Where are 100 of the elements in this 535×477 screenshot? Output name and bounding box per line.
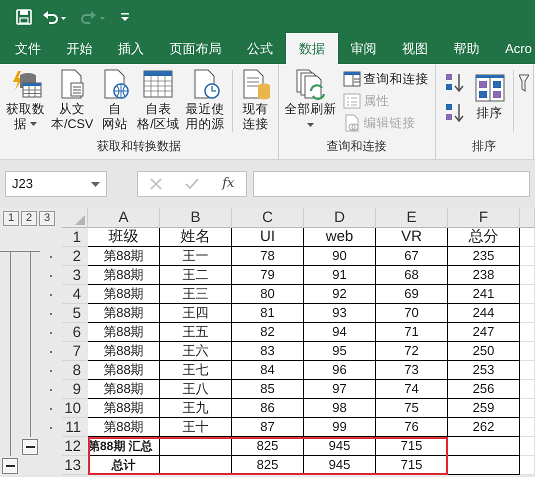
table-cell: 87 (232, 418, 304, 437)
pane-icon (342, 70, 361, 88)
table-cell: 第88期 (88, 285, 160, 304)
table-cell: 73 (376, 361, 448, 380)
properties-icon (342, 92, 361, 110)
table-cell: 72 (376, 342, 448, 361)
column-header[interactable]: B (160, 208, 232, 228)
ribbon-button[interactable]: 自 网站 (97, 68, 134, 138)
group-label: 获取和转换数据 (96, 138, 182, 155)
table-cell: 总分 (448, 228, 520, 247)
table-cell (520, 399, 535, 418)
table-cell: 王三 (160, 285, 232, 304)
ribbon-button[interactable]: 自表 格/区域 (135, 68, 182, 138)
table-cell: 67 (376, 247, 448, 266)
column-header[interactable]: E (376, 208, 448, 228)
table-cell: 83 (232, 342, 304, 361)
table-cell: 98 (304, 399, 376, 418)
ribbon-tab[interactable]: Acro (492, 33, 535, 64)
save-button[interactable] (16, 8, 32, 24)
table-cell: 王五 (160, 323, 232, 342)
table-cell: 第88期 (88, 342, 160, 361)
sort-ascending-button[interactable] (444, 72, 466, 94)
table-cell: 第88期 (88, 304, 160, 323)
table-cell: 第88期 (88, 399, 160, 418)
function-button[interactable]: fx (222, 174, 234, 194)
table-cell: 第88期 (88, 418, 160, 437)
outline-level-button[interactable]: 3 (39, 210, 55, 226)
name-box[interactable]: J23 (5, 171, 107, 197)
check-icon (184, 178, 199, 190)
caret-icon (91, 182, 100, 186)
table-cell (520, 437, 535, 456)
group-label: 排序 (471, 138, 498, 155)
save-icon (16, 8, 32, 24)
group-label: 查询和连接 (326, 138, 388, 155)
table-cell: 王七 (160, 361, 232, 380)
table-cell: 78 (232, 247, 304, 266)
outline-level-button[interactable]: 1 (3, 210, 19, 226)
table-cell: 79 (232, 266, 304, 285)
formula-field[interactable] (253, 171, 530, 197)
table-cell: 80 (232, 285, 304, 304)
table-cell: 95 (304, 342, 376, 361)
sort-descending-button[interactable] (444, 102, 466, 124)
table-cell (448, 456, 520, 475)
table-cell: VR (376, 228, 448, 247)
ribbon-button[interactable]: 现有 连接 (238, 68, 274, 138)
ribbon-button[interactable]: 排序 (472, 68, 508, 138)
table-cell: web (304, 228, 376, 247)
table-cell: 81 (232, 304, 304, 323)
ribbon-tab[interactable]: 公式 (234, 33, 286, 64)
collapse-button[interactable] (22, 438, 38, 454)
customize-button[interactable] (120, 10, 130, 22)
table-cell: 235 (448, 247, 520, 266)
table-cell: 68 (376, 266, 448, 285)
ribbon-button[interactable]: 获取数 据 (4, 68, 47, 138)
table-cell: 王八 (160, 380, 232, 399)
table-cell (520, 228, 535, 247)
table-cell: UI (232, 228, 304, 247)
table-cell: 92 (304, 285, 376, 304)
ribbon-tab[interactable]: 审阅 (338, 33, 390, 64)
undo-button[interactable] (42, 8, 67, 24)
column-header[interactable]: C (232, 208, 304, 228)
ribbon-tab[interactable]: 帮助 (440, 33, 492, 64)
table-cell (520, 342, 535, 361)
ribbon-button[interactable]: 全部刷新 (282, 68, 339, 138)
select-all-icon (75, 215, 85, 225)
table-cell: 70 (376, 304, 448, 323)
table-cell: 256 (448, 380, 520, 399)
table-cell: 王六 (160, 342, 232, 361)
table-cell: 王四 (160, 304, 232, 323)
ribbon-button[interactable]: 查询和连接 (340, 68, 431, 90)
column-header[interactable]: D (304, 208, 376, 228)
column-header[interactable]: A (88, 208, 160, 228)
table-cell: 85 (232, 380, 304, 399)
table-cell: 241 (448, 285, 520, 304)
table-cell: 第88期 (88, 380, 160, 399)
table-cell: 238 (448, 266, 520, 285)
table-cell: 74 (376, 380, 448, 399)
table-cell (520, 304, 535, 323)
collapse-button[interactable] (2, 458, 18, 474)
table-cell: 244 (448, 304, 520, 323)
table-cell: 247 (448, 323, 520, 342)
ribbon-button[interactable]: 从文 本/CSV (49, 68, 96, 138)
outline-level-button[interactable]: 2 (21, 210, 37, 226)
ribbon-tab[interactable]: 视图 (389, 33, 441, 64)
table-cell (520, 361, 535, 380)
column-header[interactable]: F (448, 208, 520, 228)
ribbon-tab[interactable]: 文件 (2, 33, 54, 64)
table-cell: 69 (376, 285, 448, 304)
ribbon-tab[interactable]: 页面布局 (156, 33, 234, 64)
sort-descending-icon (444, 102, 466, 124)
table-cell: 262 (448, 418, 520, 437)
table-cell: 99 (304, 418, 376, 437)
table-cell: 王一 (160, 247, 232, 266)
ribbon-tab[interactable]: 数据 (286, 33, 338, 64)
ribbon-tab[interactable]: 开始 (54, 33, 106, 64)
sort-ascending-icon (444, 72, 466, 94)
ribbon-button[interactable]: 最近使 用的源 (184, 68, 227, 138)
sort-icon (474, 72, 506, 104)
ribbon-tab[interactable]: 插入 (105, 33, 157, 64)
table-cell: 王十 (160, 418, 232, 437)
